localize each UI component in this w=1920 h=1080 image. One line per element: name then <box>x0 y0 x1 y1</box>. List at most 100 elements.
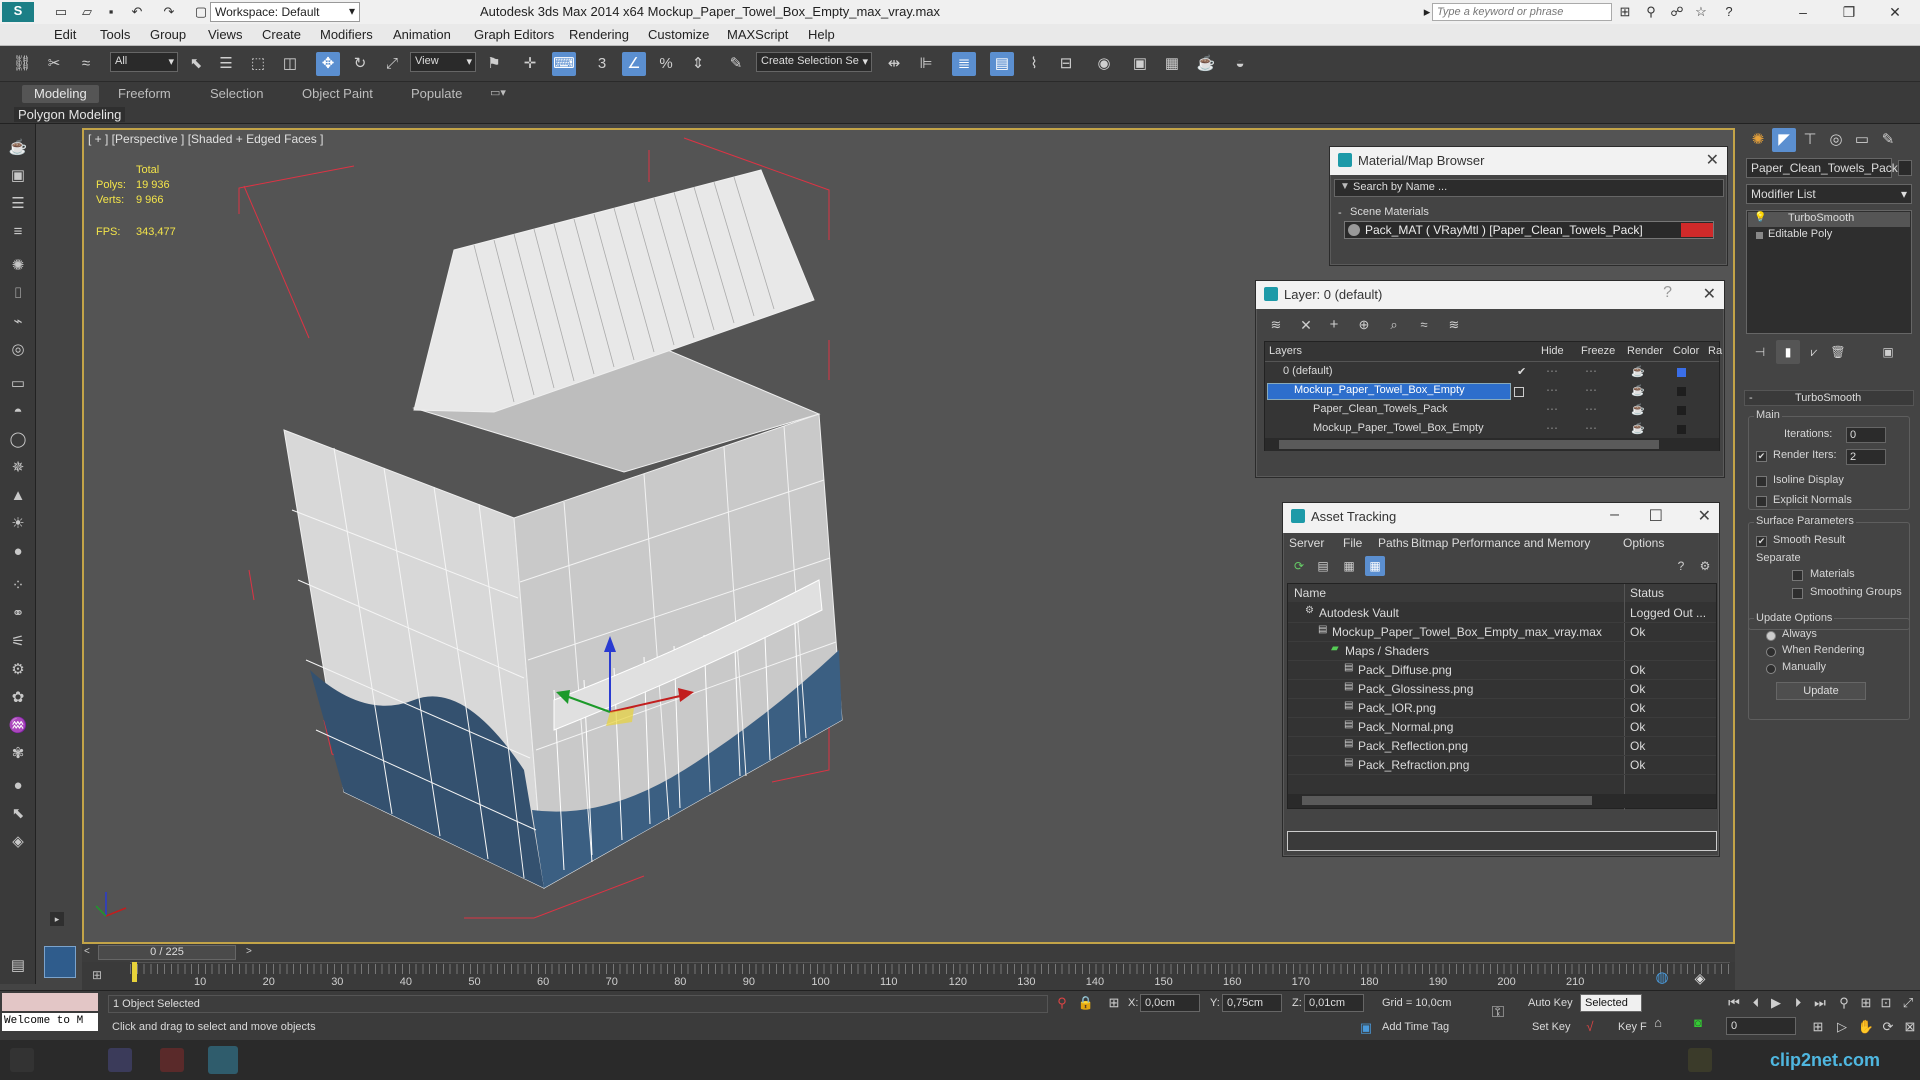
shield-icon[interactable]: ◈ <box>1688 966 1712 990</box>
window-crossing-icon[interactable]: ◫ <box>278 52 302 76</box>
smoothing-groups-checkbox[interactable] <box>1792 588 1803 599</box>
asset-row[interactable]: ▤ Pack_Glossiness.png Ok <box>1288 680 1716 699</box>
freeze-toggle-icon[interactable]: ⋯ <box>1585 421 1597 435</box>
plane-icon[interactable]: ▭ <box>6 372 30 396</box>
molecule-icon[interactable]: ⚭ <box>6 602 30 626</box>
home-icon[interactable]: ⌂ <box>1648 1013 1668 1033</box>
graphite-tools-icon[interactable]: ▤ <box>990 52 1014 76</box>
hide-toggle-icon[interactable]: ⋯ <box>1546 383 1558 397</box>
render-setup-icon[interactable]: ▣ <box>1128 52 1152 76</box>
prev-key-icon[interactable]: ⏴ <box>1746 993 1766 1013</box>
maxscript-mini-listener[interactable]: Welcome to M <box>2 1013 98 1031</box>
pin-stack-icon[interactable]: ⊣ <box>1748 340 1772 364</box>
snaps-toggle-icon[interactable]: 3 <box>590 52 614 76</box>
rollout-header[interactable]: - TurboSmooth <box>1744 390 1914 406</box>
close-icon[interactable]: ✕ <box>1698 506 1711 526</box>
freeze-toggle-icon[interactable]: ⋯ <box>1585 402 1597 416</box>
rendered-frame-icon[interactable]: ▦ <box>1160 52 1184 76</box>
asset-row[interactable]: ▰ Maps / Shaders <box>1288 642 1716 661</box>
hide-toggle-icon[interactable]: ⋯ <box>1546 421 1558 435</box>
ribbon-options-icon[interactable]: ▭▾ <box>490 86 506 99</box>
isolate-selection-icon[interactable]: ⚲ <box>1052 993 1072 1013</box>
asset-row[interactable]: ▤ Pack_Diffuse.png Ok <box>1288 661 1716 680</box>
dome-light-icon[interactable]: ● <box>6 540 30 564</box>
object-name-field[interactable]: Paper_Clean_Towels_Pack <box>1746 158 1898 178</box>
default-in-out-icon[interactable]: √ <box>1580 1017 1600 1037</box>
layer-stack-icon[interactable]: ≡ <box>6 220 30 244</box>
select-highlighted-icon[interactable]: ⊕ <box>1352 313 1376 337</box>
col-name[interactable]: Name <box>1294 586 1326 600</box>
always-radio[interactable] <box>1766 631 1776 641</box>
current-frame-field[interactable]: 0 <box>1726 1017 1796 1035</box>
script-listener-icon[interactable]: ▤ <box>6 954 30 978</box>
freeze-toggle-icon[interactable]: ⋯ <box>1585 383 1597 397</box>
zoom-icon[interactable]: ⚲ <box>1834 993 1854 1013</box>
bind-spacewarp-icon[interactable]: ≈ <box>74 52 98 76</box>
smooth-result-checkbox[interactable]: ✔ <box>1756 536 1767 547</box>
menu-create[interactable]: Create <box>262 27 301 42</box>
menu-help[interactable]: Help <box>808 27 835 42</box>
time-tag-icon[interactable]: ▣ <box>1356 1018 1376 1038</box>
prev-frame-icon[interactable]: < <box>84 946 90 957</box>
select-by-name-icon[interactable]: ☰ <box>214 52 238 76</box>
menu-options[interactable]: Options <box>1623 536 1664 550</box>
iterations-spinner[interactable]: 0 <box>1846 427 1886 443</box>
asset-row[interactable]: ▤ Pack_Normal.png Ok <box>1288 718 1716 737</box>
cursor-icon[interactable]: ⬉ <box>6 802 30 826</box>
key-icon[interactable]: ⚿ <box>1488 1003 1508 1023</box>
object-color-swatch[interactable] <box>1898 160 1912 176</box>
close-icon[interactable]: ✕ <box>1706 150 1719 170</box>
restore-button[interactable]: ❐ <box>1826 0 1872 24</box>
minimize-icon[interactable]: – <box>1610 506 1619 524</box>
mini-listener-toggle[interactable] <box>44 946 76 978</box>
render-toggle-icon[interactable]: ☕ <box>1631 365 1645 378</box>
tab-populate[interactable]: Populate <box>411 86 462 101</box>
expand-arrow-icon[interactable]: ▸ <box>50 912 64 926</box>
goto-start-icon[interactable]: ⏮ <box>1724 993 1744 1013</box>
spacewarp-icon[interactable]: ⌁ <box>6 310 30 334</box>
taskbar-app-icon[interactable] <box>108 1048 132 1072</box>
z-coordinate-field[interactable]: 0,01cm <box>1304 994 1364 1012</box>
stack-item-editable-poly[interactable]: Editable Poly <box>1748 228 1910 243</box>
material-item[interactable]: Pack_MAT ( VRayMtl ) [Paper_Clean_Towels… <box>1344 221 1714 239</box>
asset-row[interactable]: ▤ Pack_Reflection.png Ok <box>1288 737 1716 756</box>
hide-toggle-icon[interactable]: ⋯ <box>1546 402 1558 416</box>
select-object-icon[interactable]: ⬉ <box>184 52 208 76</box>
asset-row[interactable]: ⚙ Autodesk Vault Logged Out ... <box>1288 604 1716 623</box>
sphere-icon[interactable]: ◯ <box>6 428 30 452</box>
menu-tools[interactable]: Tools <box>100 27 130 42</box>
cone-icon[interactable]: ▲ <box>6 484 30 508</box>
menu-maxscript[interactable]: MAXScript <box>727 27 788 42</box>
subscription-icon[interactable]: ⚲ <box>1642 3 1660 21</box>
keyboard-shortcut-icon[interactable]: ⌨ <box>552 52 576 76</box>
minimize-button[interactable]: – <box>1780 0 1826 24</box>
delete-layer-icon[interactable]: ✕ <box>1294 313 1318 337</box>
help-icon[interactable]: ? <box>1663 284 1672 302</box>
globe-icon[interactable]: ⚙ <box>6 658 30 682</box>
add-to-layer-icon[interactable]: + <box>1322 313 1346 337</box>
menu-views[interactable]: Views <box>208 27 242 42</box>
when-rendering-radio[interactable] <box>1766 647 1776 657</box>
col-color[interactable]: Color <box>1673 345 1699 357</box>
menu-paths[interactable]: Paths <box>1378 536 1409 550</box>
col-layers[interactable]: Layers <box>1269 345 1302 357</box>
col-hide[interactable]: Hide <box>1541 345 1564 357</box>
zoom-extents-icon[interactable]: ⊡ <box>1876 993 1896 1013</box>
col-ra[interactable]: Ra <box>1708 345 1722 357</box>
key-mode-dropdown[interactable]: Selected <box>1580 994 1642 1012</box>
link-icon[interactable]: ⛓ <box>10 52 34 76</box>
camera-green-icon[interactable]: ◙ <box>1688 1013 1708 1033</box>
remove-modifier-icon[interactable]: 🗑 <box>1826 340 1850 364</box>
hierarchy-tab-icon[interactable]: ⊤ <box>1798 128 1822 152</box>
hide-toggle-icon[interactable]: ⋯ <box>1546 364 1558 378</box>
pivot-center-icon[interactable]: ⚑ <box>482 52 506 76</box>
taskbar-app-icon[interactable] <box>160 1048 184 1072</box>
render-production-icon[interactable]: ☕ <box>1194 52 1218 76</box>
track-bar[interactable]: ⊞ 10 20 30 40 50 60 70 80 90 100 110 120 130 140 150 16… <box>82 962 1735 990</box>
key-filters-button[interactable]: Key F <box>1618 1021 1647 1033</box>
goto-end-icon[interactable]: ⏭ <box>1810 993 1830 1013</box>
dome-icon[interactable]: ◓ <box>6 400 30 424</box>
layer-color-swatch[interactable] <box>1677 406 1686 415</box>
layer-color-swatch[interactable] <box>1677 368 1686 377</box>
next-key-icon[interactable]: ⏵ <box>1788 993 1808 1013</box>
